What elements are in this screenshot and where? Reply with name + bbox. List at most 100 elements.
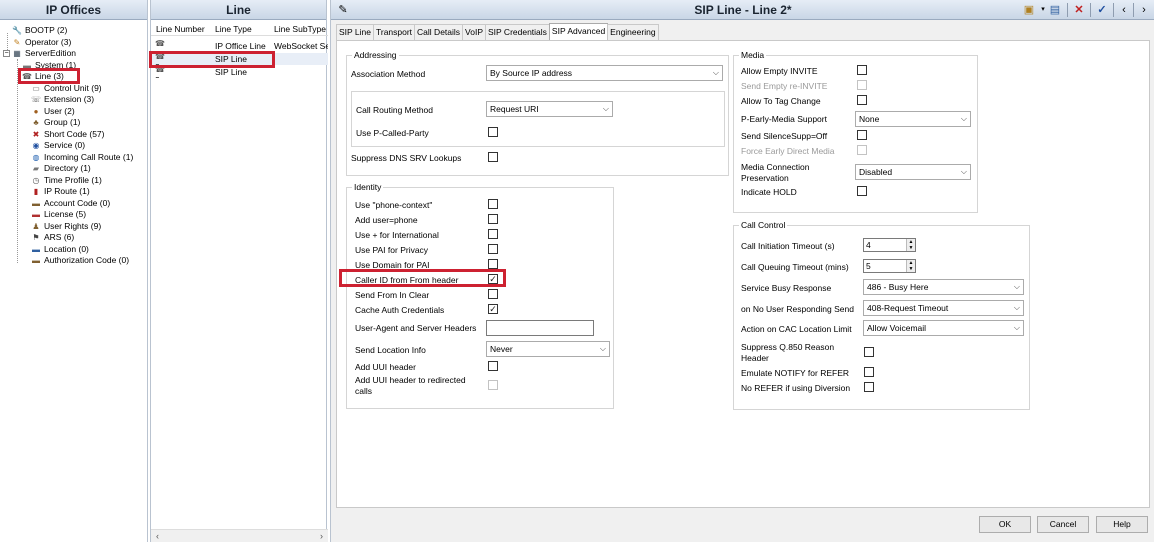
- next-record-icon[interactable]: ›: [1136, 3, 1152, 17]
- force-early-direct-media-label: Force Early Direct Media: [741, 146, 835, 156]
- tree-item-authorization-code[interactable]: ▬ Authorization Code (0): [31, 255, 129, 267]
- tree-item-directory[interactable]: ▰ Directory (1): [31, 163, 91, 175]
- emulate-notify-checkbox[interactable]: [864, 367, 874, 377]
- tree-item-account-code[interactable]: ▬ Account Code (0): [31, 198, 110, 210]
- previous-record-icon[interactable]: ‹: [1116, 3, 1132, 17]
- tab-call-details[interactable]: Call Details: [414, 24, 464, 40]
- export-icon[interactable]: ▤: [1047, 3, 1063, 17]
- ok-button[interactable]: OK: [979, 516, 1031, 533]
- tree-item-line[interactable]: ☎ Line (3): [22, 71, 64, 83]
- suppress-q850-label: Suppress Q.850 Reason: [741, 342, 835, 352]
- tree-item-time-profile[interactable]: ◷ Time Profile (1): [31, 175, 102, 187]
- use-pai-privacy-checkbox[interactable]: [488, 244, 498, 254]
- media-connection-preservation-select[interactable]: Disabled ⌵: [855, 164, 971, 180]
- send-silencesupp-checkbox[interactable]: [857, 130, 867, 140]
- tree-item-group[interactable]: ♣ Group (1): [31, 117, 80, 129]
- bootp-icon: 🔧: [12, 25, 22, 35]
- line-icon: ☎: [155, 40, 165, 48]
- help-button[interactable]: Help: [1096, 516, 1148, 533]
- tree-item-incoming-call-route[interactable]: ◍ Incoming Call Route (1): [31, 152, 134, 164]
- no-refer-diversion-label: No REFER if using Diversion: [741, 383, 851, 393]
- add-uui-redirected-checkbox[interactable]: [488, 380, 498, 390]
- tab-engineering[interactable]: Engineering: [607, 24, 659, 40]
- tree-item-short-code[interactable]: ✖ Short Code (57): [31, 129, 105, 141]
- scroll-right-icon[interactable]: ›: [315, 530, 328, 542]
- tab-transport[interactable]: Transport: [372, 24, 416, 40]
- force-early-direct-media-checkbox[interactable]: [857, 145, 867, 155]
- use-domain-pai-checkbox[interactable]: [488, 259, 498, 269]
- allow-tag-change-checkbox[interactable]: [857, 95, 867, 105]
- allow-empty-invite-checkbox[interactable]: [857, 65, 867, 75]
- send-location-info-select[interactable]: Never ⌵: [486, 341, 610, 357]
- tree-item-license[interactable]: ▬ License (5): [31, 209, 86, 221]
- cache-auth-credentials-label: Cache Auth Credentials: [355, 305, 445, 315]
- tab-sip-advanced[interactable]: SIP Advanced: [548, 23, 609, 40]
- send-empty-reinvite-checkbox[interactable]: [857, 80, 867, 90]
- call-routing-method-select[interactable]: Request URI ⌵: [486, 101, 613, 117]
- server-icon: ▦: [13, 48, 21, 58]
- caller-id-from-header-checkbox[interactable]: ✓: [488, 274, 498, 284]
- tab-sip-credentials[interactable]: SIP Credentials: [485, 24, 550, 40]
- no-user-responding-select[interactable]: 408-Request Timeout ⌵: [863, 300, 1024, 316]
- collapse-icon[interactable]: −: [3, 50, 10, 58]
- tree-item-extension[interactable]: ☏ Extension (3): [31, 94, 94, 106]
- cac-location-limit-label: Action on CAC Location Limit: [741, 324, 852, 334]
- delete-icon[interactable]: ✕: [1071, 3, 1087, 17]
- use-phone-context-checkbox[interactable]: [488, 199, 498, 209]
- tree-item-service[interactable]: ◉ Service (0): [31, 140, 86, 152]
- cac-location-limit-select[interactable]: Allow Voicemail ⌵: [863, 320, 1024, 336]
- horizontal-scrollbar[interactable]: ‹ ›: [151, 529, 328, 542]
- allow-empty-invite-label: Allow Empty INVITE: [741, 66, 818, 76]
- emulate-notify-label: Emulate NOTIFY for REFER: [741, 368, 850, 378]
- cache-auth-credentials-checkbox[interactable]: ✓: [488, 304, 498, 314]
- scroll-left-icon[interactable]: ‹: [151, 530, 164, 542]
- location-icon: ▬: [32, 244, 40, 254]
- tree-item-location[interactable]: ▬ Location (0): [31, 244, 89, 256]
- no-refer-diversion-checkbox[interactable]: [864, 382, 874, 392]
- send-from-in-clear-checkbox[interactable]: [488, 289, 498, 299]
- suppress-dns-checkbox[interactable]: [488, 152, 498, 162]
- incoming-call-route-icon: ◍: [32, 152, 40, 162]
- column-header-line-type[interactable]: Line Type: [210, 22, 269, 35]
- column-header-line-number[interactable]: Line Number: [151, 22, 210, 35]
- send-silencesupp-label: Send SilenceSupp=Off: [741, 131, 828, 141]
- tree-item-ip-route[interactable]: ▮ IP Route (1): [31, 186, 90, 198]
- chevron-down-icon: ⌵: [1013, 323, 1020, 332]
- association-method-select[interactable]: By Source IP address ⌵: [486, 65, 723, 81]
- use-pai-privacy-label: Use PAI for Privacy: [355, 245, 429, 255]
- call-initiation-timeout-spinner[interactable]: 4 ▲ ▼: [863, 238, 916, 252]
- line-list-column-headers: Line Number Line Type Line SubType: [151, 22, 328, 36]
- add-user-phone-checkbox[interactable]: [488, 214, 498, 224]
- cancel-button[interactable]: Cancel: [1037, 516, 1089, 533]
- suppress-q850-checkbox[interactable]: [864, 347, 874, 357]
- tree-item-operator[interactable]: ✎ Operator (3): [12, 37, 72, 49]
- tree-item-system[interactable]: ▬ System (1): [22, 60, 76, 72]
- tree-item-user-rights[interactable]: ♟ User Rights (9): [31, 221, 101, 233]
- p-early-media-select[interactable]: None ⌵: [855, 111, 971, 127]
- line-list-header: Line: [151, 0, 326, 20]
- line-row-1[interactable]: ☎1 IP Office Line WebSocket Se: [151, 40, 328, 52]
- line-row-2[interactable]: ☎2 SIP Line: [151, 53, 328, 65]
- add-uui-header-checkbox[interactable]: [488, 361, 498, 371]
- tree-item-serveredition[interactable]: − ▦ ServerEdition: [3, 48, 76, 60]
- tree-item-user[interactable]: ● User (2): [31, 106, 75, 118]
- column-header-line-subtype[interactable]: Line SubType: [269, 22, 328, 35]
- line-row-3[interactable]: ☎3 SIP Line: [151, 66, 328, 78]
- user-agent-headers-input[interactable]: [486, 320, 594, 336]
- tree-item-control-unit[interactable]: ▭ Control Unit (9): [31, 83, 101, 95]
- tree-item-bootp[interactable]: 🔧 BOOTP (2): [12, 25, 67, 37]
- spinner-arrows-icon[interactable]: ▲ ▼: [906, 239, 915, 251]
- call-queuing-timeout-spinner[interactable]: 5 ▲ ▼: [863, 259, 916, 273]
- use-p-called-party-checkbox[interactable]: [488, 127, 498, 137]
- indicate-hold-checkbox[interactable]: [857, 186, 867, 196]
- spinner-arrows-icon[interactable]: ▲ ▼: [906, 260, 915, 272]
- sip-line-editor: ✎ SIP Line - Line 2* ▣ ▾ ▤ ✕ ✓ ‹ › SIP L…: [330, 0, 1154, 542]
- validate-icon[interactable]: ✓: [1094, 3, 1110, 17]
- tab-voip[interactable]: VoIP: [462, 24, 487, 40]
- short-code-icon: ✖: [32, 129, 40, 139]
- time-profile-icon: ◷: [32, 175, 40, 185]
- use-plus-international-checkbox[interactable]: [488, 229, 498, 239]
- tab-sip-line[interactable]: SIP Line: [336, 24, 374, 40]
- tree-item-ars[interactable]: ⚑ ARS (6): [31, 232, 74, 244]
- service-busy-response-select[interactable]: 486 - Busy Here ⌵: [863, 279, 1024, 295]
